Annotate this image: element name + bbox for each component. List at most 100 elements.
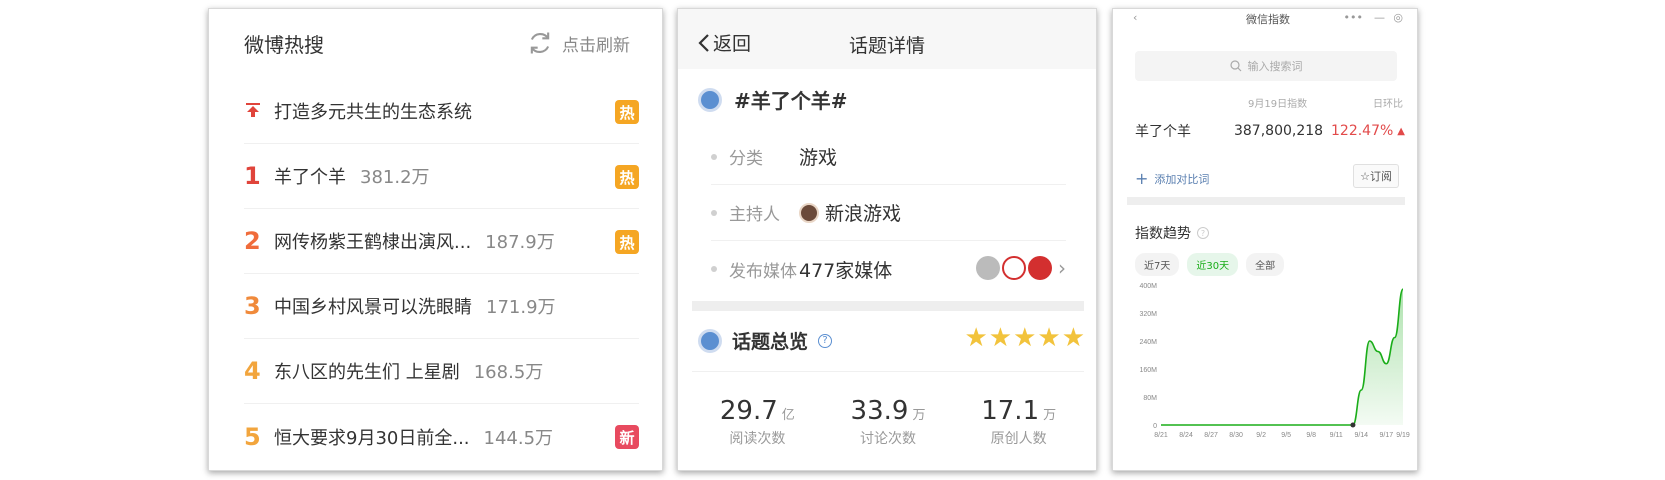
hot-search-item[interactable]: 2 网传杨紫王鹤棣出演风... 187.9万 热: [244, 209, 639, 274]
plus-icon: +: [1135, 169, 1149, 188]
topic-detail-panel: 返回 话题详情 #羊了个羊# 分类 游戏 主持人 新浪游戏 发布媒体 477家媒…: [677, 8, 1097, 471]
topic-nav-bar: 返回 话题详情: [678, 9, 1096, 69]
tab-7-days[interactable]: 近7天: [1135, 253, 1180, 276]
rank-number: 4: [244, 357, 261, 385]
media-logo: [1002, 256, 1026, 280]
index-row: 羊了个羊 387,800,218 122.47% ▲: [1135, 121, 1405, 141]
x-tick-label: 8/24: [1179, 432, 1193, 439]
hot-search-text: 恒大要求9月30日前全...: [274, 427, 470, 449]
stat-originals: 17.1 万 原创人数: [953, 372, 1084, 461]
media-row[interactable]: 发布媒体 477家媒体 ›: [711, 241, 1066, 297]
refresh-icon: [530, 32, 550, 54]
close-icon[interactable]: ◎: [1393, 11, 1403, 24]
section-divider: [692, 301, 1084, 311]
hot-badge: 热: [615, 100, 639, 124]
hot-search-list: 打造多元共生的生态系统 热 1 羊了个羊 381.2万 热 2 网传杨紫王鹤棣出…: [244, 79, 639, 469]
category-label: 分类: [729, 149, 763, 169]
media-logos: ›: [976, 256, 1066, 280]
stat-discussions: 33.9 万 讨论次数: [823, 372, 954, 461]
wechat-nav-bar: ‹ 微信指数 ••• — ◎: [1133, 11, 1403, 31]
stat-label: 原创人数: [990, 431, 1047, 447]
change-percent: 122.47%: [1331, 123, 1394, 139]
subscribe-button[interactable]: ☆订阅: [1353, 164, 1399, 188]
dod-header: 日环比: [1373, 99, 1403, 110]
overview-heading: 话题总览 ?: [698, 327, 833, 354]
hot-search-item[interactable]: 1 羊了个羊 381.2万 热: [244, 144, 639, 209]
rating-stars: ★★★★★: [964, 323, 1086, 353]
refresh-label: 点击刷新: [562, 35, 630, 56]
date-header: 9月19日指数: [1248, 99, 1308, 110]
x-tick-label: 9/14: [1354, 432, 1368, 439]
data-point-marker: [1350, 422, 1356, 428]
y-tick-label: 80M: [1143, 395, 1157, 402]
weibo-header: 微博热搜 点击刷新: [209, 9, 662, 69]
y-tick-label: 240M: [1139, 339, 1157, 346]
search-placeholder: 输入搜索词: [1247, 60, 1303, 73]
stat-number: 33.9: [850, 396, 909, 426]
bullet-dot: [711, 209, 717, 216]
hot-search-item[interactable]: 5 恒大要求9月30日前全... 144.5万 新: [244, 404, 639, 469]
new-badge: 新: [615, 425, 639, 449]
host-avatar: [799, 202, 819, 223]
category-row: 分类 游戏: [711, 129, 1066, 185]
topic-icon: [698, 87, 722, 112]
hot-search-count: 171.9万: [486, 297, 556, 318]
minimize-icon[interactable]: —: [1374, 11, 1385, 24]
rank-number: 3: [244, 292, 261, 320]
x-tick-label: 9/5: [1281, 432, 1291, 439]
rank-number: 5: [244, 422, 261, 451]
bullet-dot: [711, 153, 717, 160]
chevron-right-icon: ›: [1058, 256, 1066, 280]
topic-name: #羊了个羊#: [734, 89, 848, 113]
host-value: 新浪游戏: [825, 203, 902, 225]
add-compare-button[interactable]: + 添加对比词: [1135, 169, 1209, 188]
x-tick-label: 8/30: [1229, 432, 1243, 439]
hot-search-text: 网传杨紫王鹤棣出演风...: [274, 232, 472, 253]
media-logo: [976, 256, 1000, 280]
hot-search-item[interactable]: 4 东八区的先生们 上星剧 168.5万: [244, 339, 639, 404]
add-compare-label: 添加对比词: [1154, 172, 1210, 186]
x-tick-label: 9/19: [1396, 432, 1410, 439]
media-label: 发布媒体: [729, 261, 797, 282]
refresh-button[interactable]: 点击刷新: [526, 29, 630, 57]
topic-heading: #羊了个羊#: [698, 85, 848, 114]
stat-number: 17.1: [981, 396, 1040, 426]
page-title: 话题详情: [848, 35, 925, 57]
rank-number: 1: [244, 162, 261, 190]
search-input[interactable]: 输入搜索词: [1135, 51, 1397, 81]
hot-badge: 热: [615, 230, 639, 254]
hot-search-top-item[interactable]: 打造多元共生的生态系统 热: [244, 79, 639, 144]
search-icon: [1229, 60, 1241, 72]
host-label: 主持人: [729, 205, 780, 225]
trend-title: 指数趋势: [1135, 226, 1191, 242]
tab-30-days[interactable]: 近30天: [1187, 253, 1239, 276]
tab-all[interactable]: 全部: [1246, 253, 1285, 276]
media-value: 477家媒体: [799, 259, 893, 282]
x-tick-label: 8/27: [1204, 432, 1218, 439]
help-icon[interactable]: ?: [818, 333, 833, 348]
hot-search-count: 187.9万: [485, 232, 555, 253]
bullet-dot: [711, 266, 717, 272]
x-tick-label: 9/2: [1256, 432, 1266, 439]
range-tabs: 近7天 近30天 全部: [1135, 253, 1285, 276]
topic-stats: 29.7 亿 阅读次数 33.9 万 讨论次数 17.1 万 原创人数: [692, 371, 1084, 461]
up-arrow-icon: ▲: [1397, 125, 1405, 137]
x-tick-label: 9/11: [1330, 432, 1343, 439]
hot-search-text: 东八区的先生们 上星剧: [274, 362, 460, 383]
more-icon[interactable]: •••: [1344, 11, 1363, 24]
media-logo: [1028, 256, 1052, 280]
hot-search-item[interactable]: 3 中国乡村风景可以洗眼睛 171.9万: [244, 274, 639, 339]
help-icon[interactable]: ?: [1197, 227, 1209, 239]
chart-icon: [698, 328, 722, 353]
hot-search-text: 中国乡村风景可以洗眼睛: [274, 297, 472, 318]
trend-heading: 指数趋势 ?: [1135, 223, 1209, 243]
pin-top-icon: [244, 97, 274, 125]
x-tick-label: 8/21: [1154, 432, 1168, 439]
wechat-index-panel: ‹ 微信指数 ••• — ◎ 输入搜索词 9月19日指数 日环比 羊了个羊 38…: [1112, 8, 1418, 471]
weibo-title: 微博热搜: [244, 33, 324, 57]
stat-label: 阅读次数: [729, 431, 786, 447]
section-divider: [1127, 197, 1405, 205]
overview-title: 话题总览: [732, 331, 809, 353]
hot-search-count: 381.2万: [360, 167, 430, 188]
host-row[interactable]: 主持人 新浪游戏: [711, 185, 1066, 241]
